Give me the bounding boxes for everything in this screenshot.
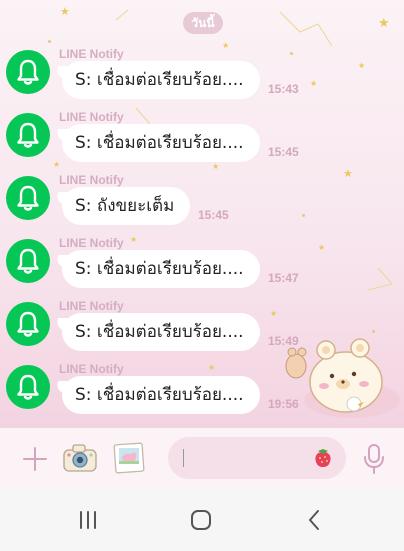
- bell-icon: [17, 311, 39, 337]
- home-icon: [191, 510, 211, 530]
- bell-icon: [17, 374, 39, 400]
- message-bubble[interactable]: S: ถังขยะเต็ม: [62, 187, 190, 225]
- add-button[interactable]: [20, 444, 50, 474]
- message-input-bar: [0, 428, 404, 488]
- message-time: 15:45: [198, 208, 229, 222]
- message-row: LINE Notify S: เชื่อมต่อเรียบร้อย.... 15…: [0, 46, 404, 108]
- bell-icon: [17, 185, 39, 211]
- message-bubble[interactable]: S: เชื่อมต่อเรียบร้อย....: [62, 376, 260, 414]
- chat-background[interactable]: ★ ★ ★ ★ ★ ★ ★ ★ ★ ★ ★ ★ ★ วันนี้ LINE No…: [0, 0, 404, 428]
- sender-name: LINE Notify: [59, 362, 124, 376]
- home-button[interactable]: [183, 504, 219, 536]
- sender-avatar[interactable]: [6, 176, 50, 220]
- recents-icon: [80, 511, 96, 529]
- sticker-button[interactable]: [310, 445, 336, 471]
- sender-name: LINE Notify: [59, 173, 124, 187]
- system-navigation-bar: [0, 488, 404, 551]
- photo-icon: [113, 442, 145, 474]
- camera-icon: [63, 444, 97, 472]
- sender-name: LINE Notify: [59, 236, 124, 250]
- message-time: 15:43: [268, 82, 299, 96]
- sender-avatar[interactable]: [6, 302, 50, 346]
- bell-icon: [17, 248, 39, 274]
- recents-button[interactable]: [70, 506, 106, 534]
- message-row: LINE Notify S: เชื่อมต่อเรียบร้อย.... 15…: [0, 235, 404, 297]
- text-caret: [183, 449, 184, 467]
- bell-icon: [17, 59, 39, 85]
- camera-button[interactable]: [60, 440, 100, 476]
- sender-avatar[interactable]: [6, 113, 50, 157]
- message-bubble[interactable]: S: เชื่อมต่อเรียบร้อย....: [62, 61, 260, 99]
- microphone-icon: [364, 444, 384, 474]
- sender-avatar[interactable]: [6, 365, 50, 409]
- sender-avatar[interactable]: [6, 50, 50, 94]
- voice-button[interactable]: [360, 442, 388, 476]
- sender-avatar[interactable]: [6, 239, 50, 283]
- message-row: LINE Notify S: ถังขยะเต็ม 15:45: [0, 172, 404, 234]
- message-bubble[interactable]: S: เชื่อมต่อเรียบร้อย....: [62, 313, 260, 351]
- message-input[interactable]: [168, 437, 346, 479]
- sender-name: LINE Notify: [59, 110, 124, 124]
- plus-icon: [23, 447, 47, 471]
- date-separator: วันนี้: [183, 12, 223, 34]
- message-row: LINE Notify S: เชื่อมต่อเรียบร้อย.... 15…: [0, 109, 404, 171]
- message-bubble[interactable]: S: เชื่อมต่อเรียบร้อย....: [62, 124, 260, 162]
- message-time: 15:47: [268, 271, 299, 285]
- bear-sticker-decoration: [285, 338, 400, 418]
- bell-icon: [17, 122, 39, 148]
- back-icon: [309, 510, 319, 530]
- message-bubble[interactable]: S: เชื่อมต่อเรียบร้อย....: [62, 250, 260, 288]
- back-button[interactable]: [298, 504, 330, 536]
- sender-name: LINE Notify: [59, 299, 124, 313]
- message-time: 15:45: [268, 145, 299, 159]
- strawberry-icon: [315, 449, 331, 467]
- sender-name: LINE Notify: [59, 47, 124, 61]
- gallery-button[interactable]: [110, 440, 148, 476]
